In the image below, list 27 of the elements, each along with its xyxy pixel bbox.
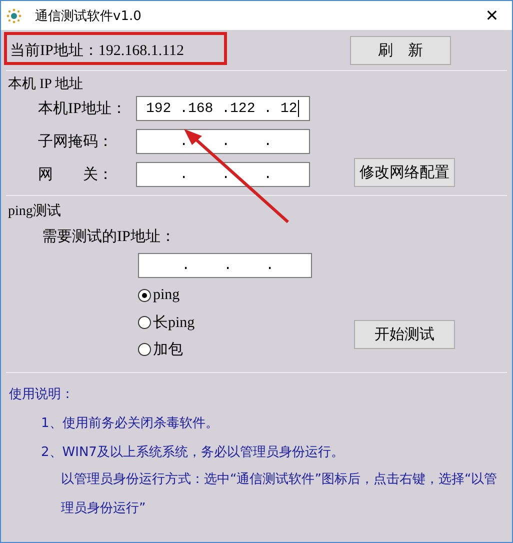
radio-button[interactable] <box>138 343 151 356</box>
field-label: 网 关： <box>37 166 114 184</box>
instruction-text: 2、WIN7及以上系统系统，务必以管理员身份运行。 <box>41 444 344 461</box>
window-title: 通信测试软件v1.0 <box>35 8 142 24</box>
radio-label[interactable]: 加包 <box>153 340 183 359</box>
instruction-text: 以管理员身份运行方式：选中“通信测试软件”图标后，点击右键，选择“以管理员身份运行” <box>61 471 498 518</box>
field-label: 子网掩码： <box>37 133 114 151</box>
ip-address-field[interactable]: . . . <box>136 162 310 187</box>
modify-network-button[interactable]: 修改网络配置 <box>354 158 455 187</box>
field-label: 本机IP地址： <box>37 100 128 118</box>
start-test-button[interactable]: 开始测试 <box>354 320 455 349</box>
instructions-title: 使用说明： <box>9 386 74 403</box>
close-button[interactable]: ✕ <box>472 1 512 30</box>
group-title: 本机 IP 地址 <box>7 76 84 94</box>
refresh-button[interactable]: 刷 新 <box>350 36 451 64</box>
radio-button[interactable] <box>138 289 151 302</box>
radio-button[interactable] <box>138 316 151 329</box>
radio-label[interactable]: ping <box>153 287 180 304</box>
group-title: ping测试 <box>7 202 62 221</box>
radio-label[interactable]: 长ping <box>153 313 195 332</box>
ip-address-field[interactable]: 192 .168 .122 . 12 <box>136 96 310 121</box>
current-ip-label: 当前IP地址：192.168.1.112 <box>10 42 184 60</box>
instruction-text: 1、使用前务必关闭杀毒软件。 <box>41 415 218 432</box>
ip-address-field[interactable]: . . . <box>138 253 312 278</box>
app-icon <box>6 8 22 24</box>
field-label: 需要测试的IP地址： <box>41 228 176 246</box>
ip-address-field[interactable]: . . . <box>136 129 310 154</box>
